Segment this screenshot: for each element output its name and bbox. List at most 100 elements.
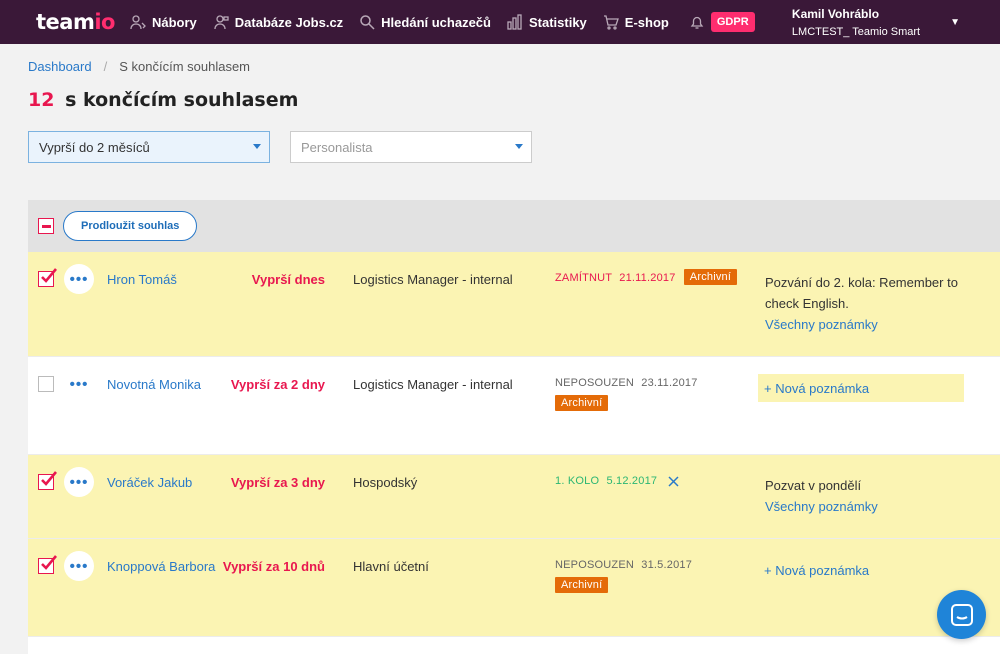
job-position: Logistics Manager - internal bbox=[353, 272, 513, 287]
status-label: NEPOSOUZEN bbox=[555, 377, 635, 389]
nav-label: Statistiky bbox=[528, 14, 587, 30]
archived-badge: Archivní bbox=[555, 395, 609, 411]
row-more-button[interactable]: ••• bbox=[64, 264, 94, 294]
checkmark-icon bbox=[41, 555, 57, 570]
extend-consent-button[interactable]: Prodloužit souhlas bbox=[63, 211, 198, 241]
more-icon: ••• bbox=[69, 473, 89, 491]
row-checkbox[interactable] bbox=[38, 471, 57, 490]
note-text: Pozvání do 2. kola: Remember to check En… bbox=[765, 275, 958, 311]
row-more-button[interactable]: ••• bbox=[64, 551, 94, 581]
expiry-filter-value: Vyprší do 2 měsíců bbox=[39, 139, 150, 155]
search-icon bbox=[360, 15, 375, 30]
candidate-status: NEPOSOUZEN 23.11.2017 Archivní bbox=[555, 377, 698, 411]
table-row bbox=[28, 637, 1000, 654]
gdpr-badge[interactable]: GDPR bbox=[710, 12, 755, 32]
nav-item-database[interactable]: Databáze Jobs.cz bbox=[213, 14, 343, 30]
expiry-label: Vyprší za 10 dnů bbox=[222, 559, 325, 574]
expiry-label: Vyprší za 3 dny bbox=[230, 475, 325, 490]
expiry-filter-select[interactable]: Vyprší do 2 měsíců bbox=[28, 131, 270, 163]
caret-down-icon[interactable]: ▼ bbox=[950, 17, 960, 28]
candidate-status: ZAMÍTNUT 21.11.2017 Archivní bbox=[555, 269, 738, 285]
close-icon[interactable] bbox=[668, 476, 680, 487]
page-title-text: s končícím souhlasem bbox=[65, 89, 299, 111]
status-label: 1. KOLO bbox=[555, 475, 600, 487]
nav-item-nabory[interactable]: Nábory bbox=[130, 14, 197, 30]
breadcrumb: Dashboard / S končícím souhlasem bbox=[0, 44, 1000, 74]
row-more-button[interactable]: ••• bbox=[64, 467, 94, 497]
breadcrumb-separator: / bbox=[103, 59, 108, 74]
status-date: 5.12.2017 bbox=[606, 475, 658, 487]
add-note-button[interactable]: + Nová poznámka bbox=[758, 556, 964, 584]
page-title: 12 s končícím souhlasem bbox=[0, 74, 1000, 111]
table-row: ••• Voráček Jakub Vyprší za 3 dny Hospod… bbox=[28, 455, 1000, 539]
expiry-label: Vyprší dnes bbox=[251, 272, 325, 287]
user-name: Kamil Vohráblo bbox=[791, 6, 880, 21]
table-row: ••• Hron Tomáš Vyprší dnes Logistics Man… bbox=[28, 252, 1000, 357]
minus-icon bbox=[41, 224, 51, 228]
recruiter-filter-select[interactable]: Personalista bbox=[290, 131, 532, 163]
status-label: ZAMÍTNUT bbox=[555, 272, 613, 284]
notes: Pozvat v pondělí Všechny poznámky bbox=[765, 475, 965, 517]
top-navigation-bar: teamio Nábory Databáze Jobs.cz Hledání u… bbox=[0, 0, 1000, 44]
teamio-logo[interactable]: teamio bbox=[0, 10, 130, 34]
user-company: LMCTEST_ Teamio Smart bbox=[791, 25, 921, 38]
more-icon: ••• bbox=[69, 375, 89, 393]
row-checkbox[interactable] bbox=[38, 376, 54, 392]
nav-item-search[interactable]: Hledání uchazečů bbox=[359, 14, 491, 30]
table-row: ••• Novotná Monika Vyprší za 2 dny Logis… bbox=[28, 357, 1000, 455]
all-notes-link[interactable]: Všechny poznámky bbox=[765, 314, 965, 335]
expiry-label: Vyprší za 2 dny bbox=[230, 377, 325, 392]
page-title-count: 12 bbox=[28, 89, 55, 111]
filters: Vyprší do 2 měsíců Personalista bbox=[0, 111, 1000, 163]
chat-support-button[interactable] bbox=[937, 590, 986, 639]
table-row: ••• Knoppová Barbora Vyprší za 10 dnů Hl… bbox=[28, 539, 1000, 637]
user-info: Kamil Vohráblo LMCTEST_ Teamio Smart bbox=[792, 7, 920, 38]
caret-down-icon bbox=[253, 144, 261, 149]
status-date: 23.11.2017 bbox=[641, 377, 698, 389]
user-menu[interactable]: Kamil Vohráblo LMCTEST_ Teamio Smart ▼ bbox=[792, 7, 960, 38]
logo-accent: io bbox=[94, 10, 115, 34]
candidate-status: NEPOSOUZEN 31.5.2017 Archivní bbox=[555, 559, 692, 593]
chat-icon bbox=[950, 603, 973, 626]
bell-icon[interactable] bbox=[689, 14, 705, 30]
row-checkbox[interactable] bbox=[38, 555, 57, 574]
status-date: 31.5.2017 bbox=[641, 559, 693, 571]
checkmark-icon bbox=[41, 268, 57, 283]
row-more-button[interactable]: ••• bbox=[64, 369, 94, 399]
caret-down-icon bbox=[515, 144, 523, 149]
notes: Pozvání do 2. kola: Remember to check En… bbox=[765, 272, 965, 335]
recruitment-icon bbox=[130, 15, 146, 30]
checkmark-icon bbox=[41, 471, 57, 486]
main-nav: Nábory Databáze Jobs.cz Hledání uchazečů… bbox=[130, 0, 755, 44]
table-toolbar: Prodloužit souhlas bbox=[28, 200, 1000, 252]
nav-label: E-shop bbox=[624, 14, 669, 30]
nav-label: Databáze Jobs.cz bbox=[234, 14, 344, 30]
note-text: Pozvat v pondělí bbox=[765, 478, 862, 493]
status-label: NEPOSOUZEN bbox=[555, 559, 635, 571]
candidates-table: Prodloužit souhlas ••• Hron Tomáš Vyprší… bbox=[28, 200, 1000, 654]
cart-icon bbox=[603, 15, 619, 30]
nav-label: Nábory bbox=[152, 14, 197, 30]
archived-badge: Archivní bbox=[555, 577, 609, 593]
candidate-status: 1. KOLO 5.12.2017 bbox=[555, 475, 680, 487]
job-position: Hlavní účetní bbox=[353, 559, 429, 574]
nav-label: Hledání uchazečů bbox=[381, 14, 491, 30]
recruiter-filter-placeholder: Personalista bbox=[301, 139, 373, 155]
all-notes-link[interactable]: Všechny poznámky bbox=[765, 496, 965, 517]
nav-item-stats[interactable]: Statistiky bbox=[507, 14, 587, 30]
job-position: Logistics Manager - internal bbox=[353, 377, 513, 392]
add-note-button[interactable]: + Nová poznámka bbox=[758, 374, 964, 402]
more-icon: ••• bbox=[69, 557, 89, 575]
row-checkbox[interactable] bbox=[38, 268, 57, 287]
breadcrumb-dashboard-link[interactable]: Dashboard bbox=[28, 59, 92, 74]
status-date: 21.11.2017 bbox=[619, 272, 676, 284]
job-position: Hospodský bbox=[353, 475, 418, 490]
select-all-checkbox[interactable] bbox=[38, 218, 54, 234]
database-icon bbox=[214, 15, 229, 30]
breadcrumb-current: S končícím souhlasem bbox=[119, 59, 251, 74]
more-icon: ••• bbox=[69, 270, 89, 288]
stats-icon bbox=[507, 14, 522, 30]
archived-badge: Archivní bbox=[683, 269, 738, 285]
nav-item-eshop[interactable]: E-shop bbox=[603, 14, 669, 30]
logo-text: team bbox=[36, 10, 95, 34]
